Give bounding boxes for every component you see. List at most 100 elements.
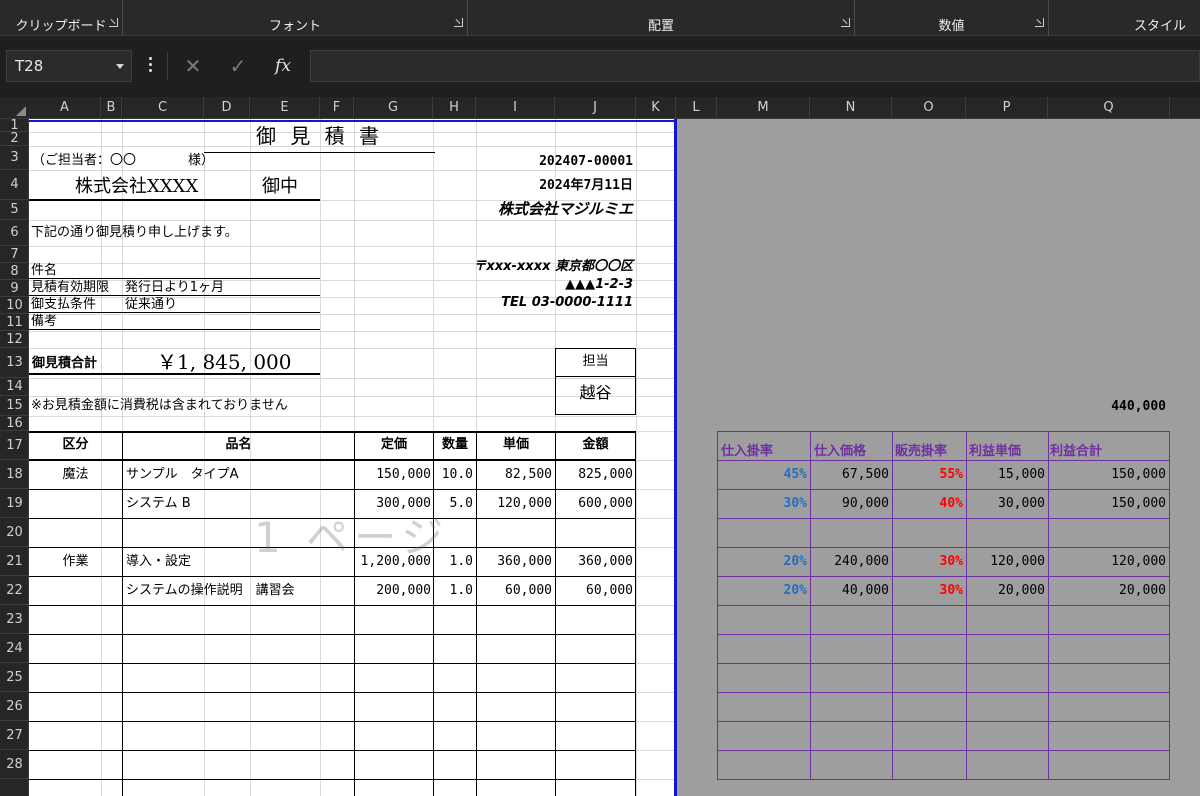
row-header-2[interactable]: 2 [0, 131, 29, 146]
column-header-H[interactable]: H [433, 97, 476, 119]
item-cell-qty[interactable]: 10.0 [434, 466, 473, 484]
cancel-icon[interactable]: ✕ [180, 53, 206, 79]
name-box[interactable]: T28 [6, 50, 132, 82]
profit-cell-purchase-price[interactable]: 90,000 [812, 495, 889, 513]
column-header-D[interactable]: D [204, 97, 250, 119]
item-cell-qty[interactable]: 1.0 [434, 582, 473, 600]
profit-cell-sales-rate[interactable]: 40% [894, 495, 963, 513]
row-header-6[interactable]: 6 [0, 220, 29, 246]
total-amount: ￥1, 845, 000 [157, 350, 292, 374]
column-header-N[interactable]: N [810, 97, 892, 119]
item-cell-amount[interactable]: 360,000 [556, 553, 633, 571]
profit-cell-sales-rate[interactable]: 30% [894, 553, 963, 571]
column-header-C[interactable]: C [122, 97, 204, 119]
item-cell-amount[interactable]: 825,000 [556, 466, 633, 484]
profit-cell-purchase-rate[interactable]: 30% [719, 495, 807, 513]
total-label: 御見積合計 [32, 356, 98, 371]
row-header-7[interactable]: 7 [0, 246, 29, 263]
item-cell-category[interactable]: 魔法 [29, 466, 122, 484]
column-header-B[interactable]: B [101, 97, 122, 119]
row-header-16[interactable]: 16 [0, 416, 29, 431]
dialog-launcher-icon[interactable] [1035, 18, 1044, 27]
column-header-K[interactable]: K [636, 97, 676, 119]
column-header-F[interactable]: F [320, 97, 354, 119]
dialog-launcher-icon[interactable] [841, 18, 850, 27]
profit-cell-profit-unit[interactable]: 30,000 [968, 495, 1045, 513]
enter-icon[interactable]: ✓ [225, 53, 251, 79]
profit-cell-sales-rate[interactable]: 30% [894, 582, 963, 600]
dialog-launcher-icon[interactable] [109, 18, 118, 27]
profit-cell-purchase-rate[interactable]: 20% [719, 582, 807, 600]
item-cell-category[interactable]: 作業 [29, 553, 122, 571]
profit-cell-purchase-rate[interactable]: 20% [719, 553, 807, 571]
row-header-4[interactable]: 4 [0, 170, 29, 200]
row-header-25[interactable]: 25 [0, 663, 29, 692]
dialog-launcher-icon[interactable] [454, 18, 463, 27]
chevron-down-icon[interactable] [116, 64, 124, 69]
profit-cell-purchase-rate[interactable]: 45% [719, 466, 807, 484]
item-cell-item[interactable]: サンプル タイプA [126, 466, 352, 484]
profit-cell-sales-rate[interactable]: 55% [894, 466, 963, 484]
row-header-3[interactable]: 3 [0, 146, 29, 170]
row-header-22[interactable]: 22 [0, 576, 29, 605]
column-header-M[interactable]: M [717, 97, 810, 119]
row-header-23[interactable]: 23 [0, 605, 29, 634]
row-header-14[interactable]: 14 [0, 378, 29, 396]
address-line-2: ▲▲▲1-2-3 [565, 277, 633, 292]
column-header-G[interactable]: G [354, 97, 433, 119]
profit-cell-purchase-price[interactable]: 67,500 [812, 466, 889, 484]
column-header-O[interactable]: O [892, 97, 966, 119]
row-header-11[interactable]: 11 [0, 314, 29, 331]
profit-cell-profit-total[interactable]: 150,000 [1050, 495, 1166, 513]
row-header-5[interactable]: 5 [0, 200, 29, 220]
item-cell-unit-price[interactable]: 60,000 [477, 582, 552, 600]
profit-cell-purchase-price[interactable]: 40,000 [812, 582, 889, 600]
field-label: 御支払条件 [31, 297, 97, 312]
row-header-24[interactable]: 24 [0, 634, 29, 663]
row-header-13[interactable]: 13 [0, 348, 29, 378]
profit-cell-profit-unit[interactable]: 20,000 [968, 582, 1045, 600]
item-cell-list-price[interactable]: 150,000 [355, 466, 431, 484]
more-options-icon[interactable] [149, 57, 153, 75]
item-cell-amount[interactable]: 600,000 [556, 495, 633, 513]
row-header-8[interactable]: 8 [0, 263, 29, 280]
item-cell-unit-price[interactable]: 120,000 [477, 495, 552, 513]
row-header-18[interactable]: 18 [0, 460, 29, 489]
profit-cell-profit-total[interactable]: 120,000 [1050, 553, 1166, 571]
profit-cell-profit-unit[interactable]: 15,000 [968, 466, 1045, 484]
item-cell-unit-price[interactable]: 360,000 [477, 553, 552, 571]
column-header-Q[interactable]: Q [1048, 97, 1170, 119]
formula-input[interactable] [310, 50, 1200, 82]
row-header-17[interactable]: 17 [0, 431, 29, 460]
column-header-L[interactable]: L [676, 97, 717, 119]
profit-cell-profit-unit[interactable]: 120,000 [968, 553, 1045, 571]
column-header-E[interactable]: E [250, 97, 320, 119]
column-header-A[interactable]: A [29, 97, 101, 119]
column-header-P[interactable]: P [966, 97, 1048, 119]
row-header-9[interactable]: 9 [0, 280, 29, 297]
insert-function-icon[interactable]: fx [270, 53, 296, 79]
row-header-21[interactable]: 21 [0, 547, 29, 576]
row-header-26[interactable]: 26 [0, 692, 29, 721]
row-header-10[interactable]: 10 [0, 297, 29, 314]
row-header-15[interactable]: 15 [0, 396, 29, 416]
row-header-19[interactable]: 19 [0, 489, 29, 518]
worksheet-grid[interactable]: 御 見 積 書 （ご担当者：〇〇 様） 株式会社XXXX 御中 202407-0… [29, 119, 1200, 796]
row-header-28[interactable]: 28 [0, 750, 29, 779]
profit-cell-profit-total[interactable]: 150,000 [1050, 466, 1166, 484]
formula-bar: T28 ✕ ✓ fx [0, 47, 1200, 85]
row-header-12[interactable]: 12 [0, 331, 29, 348]
item-cell-amount[interactable]: 60,000 [556, 582, 633, 600]
column-header-I[interactable]: I [476, 97, 555, 119]
column-header-J[interactable]: J [555, 97, 636, 119]
page-break-line [674, 119, 677, 796]
row-header-27[interactable]: 27 [0, 721, 29, 750]
profit-cell-purchase-price[interactable]: 240,000 [812, 553, 889, 571]
item-cell-item[interactable]: システムの操作説明 講習会 [126, 582, 352, 600]
row-header: 1 2 3 4 5 6 7 8 9 10 11 12 13 14 15 16 1… [0, 118, 29, 796]
item-cell-unit-price[interactable]: 82,500 [477, 466, 552, 484]
profit-cell-profit-total[interactable]: 20,000 [1050, 582, 1166, 600]
row-header-20[interactable]: 20 [0, 518, 29, 547]
item-cell-list-price[interactable]: 200,000 [355, 582, 431, 600]
select-all-icon[interactable] [0, 97, 29, 119]
